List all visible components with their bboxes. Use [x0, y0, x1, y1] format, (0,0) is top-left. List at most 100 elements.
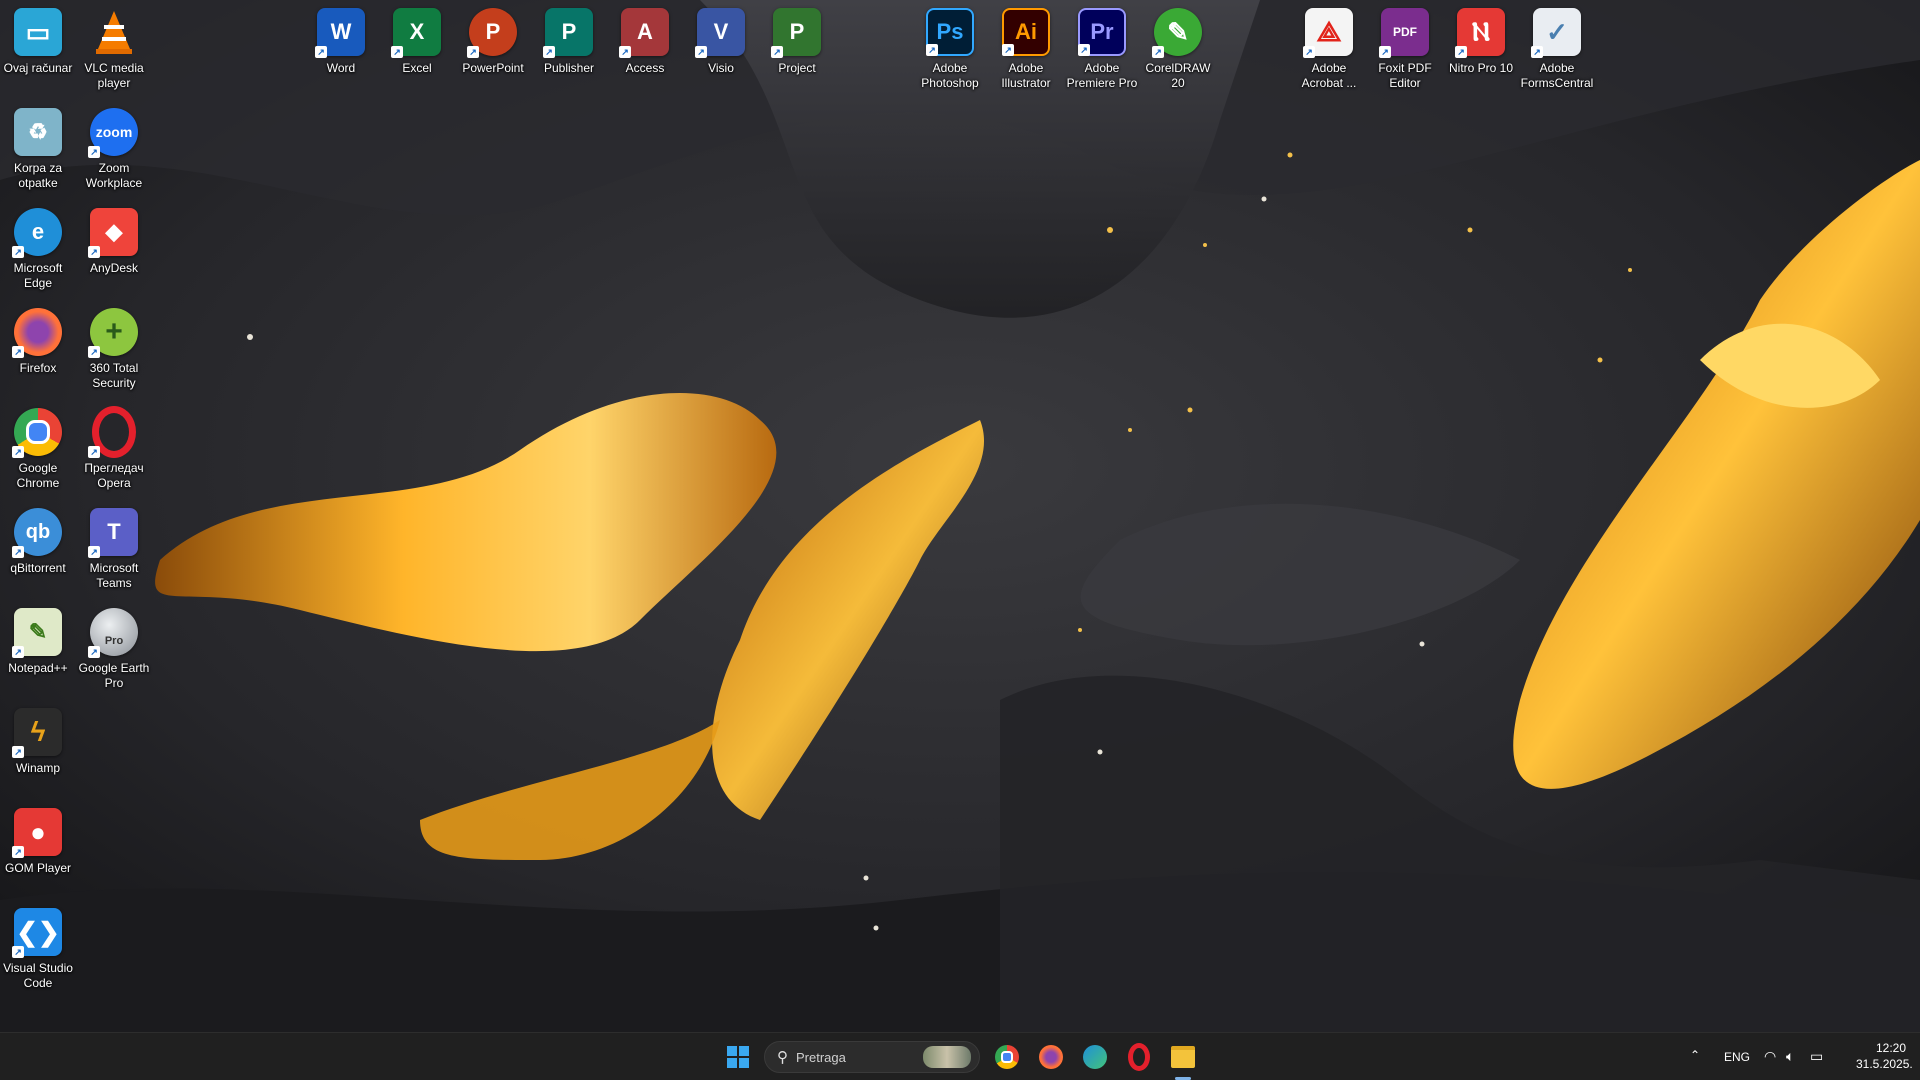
notepadpp-icon: ✎ ↗: [12, 608, 62, 658]
recycle-bin-icon: ♻: [14, 108, 62, 156]
desktop-icon-premiere[interactable]: Pr ↗ Adobe Premiere Pro: [1064, 8, 1140, 91]
search-placeholder: Pretraga: [796, 1049, 846, 1065]
desktop-icon-label: Visual Studio Code: [3, 961, 73, 990]
teams-icon: T ↗: [88, 508, 138, 558]
desktop-icon-winamp[interactable]: ϟ ↗ Winamp: [0, 708, 76, 776]
clock-date[interactable]: 31.5.2025.: [1856, 1057, 1913, 1071]
desktop-icon-acrobat[interactable]: ⟁ ↗ Adobe Acrobat ...: [1291, 8, 1367, 91]
desktop-icon-gom-player[interactable]: ● ↗ GOM Player: [0, 808, 76, 876]
google-earth-icon: Pro ↗: [88, 608, 138, 658]
search-icon: ⚲: [777, 1049, 788, 1066]
excel-icon: X ↗: [391, 8, 441, 58]
desktop-icon-visio[interactable]: V ↗ Visio: [683, 8, 759, 76]
desktop-icon-vlc[interactable]: VLC media player: [76, 8, 152, 91]
desktop-icon-label: qBittorrent: [10, 561, 66, 575]
firefox-taskbar[interactable]: [1033, 1039, 1069, 1075]
desktop-icon-powerpoint[interactable]: P ↗ PowerPoint: [455, 8, 531, 76]
taskbar-search-box[interactable]: ⚲ Pretraga: [764, 1041, 980, 1073]
foxit-icon: PDF ↗: [1379, 8, 1429, 58]
desktop-icon-label: VLC media player: [84, 61, 144, 90]
desktop-icon-label: Winamp: [15, 761, 60, 775]
desktop-icon-label: Microsoft Teams: [89, 561, 139, 590]
desktop-icon-excel[interactable]: X ↗ Excel: [379, 8, 455, 76]
publisher-icon: P ↗: [543, 8, 593, 58]
desktop-icon-anydesk[interactable]: ◆ ↗ AnyDesk: [76, 208, 152, 276]
search-highlight-image: [923, 1046, 971, 1068]
desktop-icon-label: Visio: [708, 61, 734, 75]
desktop-icon-label: Korpa za otpatke: [13, 161, 63, 190]
desktop-icon-label: Access: [625, 61, 665, 75]
desktop-icon-chrome[interactable]: ↗ Google Chrome: [0, 408, 76, 491]
desktop-icon-illustrator[interactable]: Ai ↗ Adobe Illustrator: [988, 8, 1064, 91]
firefox-icon: [1039, 1045, 1063, 1069]
desktop-icon-360-security[interactable]: + ↗ 360 Total Security: [76, 308, 152, 391]
desktop-icon-label: Adobe Photoshop: [921, 61, 979, 90]
desktop-icon-label: Adobe FormsCentral: [1520, 61, 1594, 90]
gom-player-icon: ● ↗: [12, 808, 62, 858]
start-button[interactable]: [720, 1039, 756, 1075]
chrome-taskbar[interactable]: [989, 1039, 1025, 1075]
edge-taskbar[interactable]: [1077, 1039, 1113, 1075]
desktop-icon-firefox[interactable]: ↗ Firefox: [0, 308, 76, 376]
desktop-icon-access[interactable]: A ↗ Access: [607, 8, 683, 76]
opera-icon: ↗: [88, 406, 138, 458]
powerpoint-icon: P ↗: [467, 8, 517, 58]
file-explorer-taskbar[interactable]: [1165, 1039, 1201, 1075]
zoom-icon: zoom ↗: [88, 108, 138, 158]
desktop-icon-formscentral[interactable]: ✓ ↗ Adobe FormsCentral: [1519, 8, 1595, 91]
chrome-icon: [995, 1045, 1019, 1069]
desktop-icon-edge[interactable]: e ↗ Microsoft Edge: [0, 208, 76, 291]
desktop-icon-project[interactable]: P ↗ Project: [759, 8, 835, 76]
premiere-icon: Pr ↗: [1078, 8, 1126, 56]
desktop-icon-label: GOM Player: [4, 861, 71, 875]
desktop-icon-label: CorelDRAW 20: [1145, 61, 1211, 90]
volume-icon[interactable]: 🔈︎: [1786, 1048, 1794, 1065]
opera-taskbar[interactable]: [1121, 1039, 1157, 1075]
language-indicator[interactable]: ENG: [1724, 1050, 1750, 1064]
opera-icon: [1128, 1043, 1150, 1071]
folder-icon: [1171, 1046, 1195, 1068]
wifi-icon[interactable]: ◠: [1764, 1048, 1776, 1065]
desktop-icon-opera[interactable]: ↗ Прегледач Opera: [76, 406, 152, 491]
desktop-icon-teams[interactable]: T ↗ Microsoft Teams: [76, 508, 152, 591]
desktop-icon-label: Publisher: [543, 61, 595, 75]
desktop-icon-label: Google Earth Pro: [78, 661, 150, 690]
desktop-icon-foxit[interactable]: PDF ↗ Foxit PDF Editor: [1367, 8, 1443, 91]
desktop-icon-vscode[interactable]: ❮❯ ↗ Visual Studio Code: [0, 908, 76, 991]
desktop-icon-coreldraw[interactable]: ✎ ↗ CorelDRAW 20: [1140, 8, 1216, 91]
chevron-up-icon[interactable]: ⌃: [1690, 1048, 1700, 1062]
desktop-icon-publisher[interactable]: P ↗ Publisher: [531, 8, 607, 76]
desktop-icon-label: Adobe Illustrator: [1001, 61, 1051, 90]
desktop-icon-label: Notepad++: [8, 661, 68, 675]
nitro-icon: Ⲛ ↗: [1455, 8, 1505, 58]
taskbar: ⚲ Pretraga ⌃ ENG ◠ 🔈︎ ▭ 12:20 31.5.2025.: [0, 1032, 1920, 1080]
desktop-icon-label: AnyDesk: [89, 261, 139, 275]
project-icon: P ↗: [771, 8, 821, 58]
formscentral-icon: ✓ ↗: [1531, 8, 1581, 58]
desktop-icon-label: 360 Total Security: [89, 361, 139, 390]
desktop-icon-label: PowerPoint: [462, 61, 524, 75]
desktop-icon-zoom[interactable]: zoom ↗ Zoom Workplace: [76, 108, 152, 191]
desktop-icon-label: Firefox: [19, 361, 57, 375]
desktop-wallpaper: [0, 0, 1920, 1032]
desktop-icon-label: Excel: [402, 61, 432, 75]
desktop-icon-nitro[interactable]: Ⲛ ↗ Nitro Pro 10: [1443, 8, 1519, 76]
acrobat-icon: ⟁ ↗: [1303, 8, 1353, 58]
desktop-icon-this-pc[interactable]: ▭ Ovaj računar: [0, 8, 76, 76]
chrome-icon: ↗: [12, 408, 62, 458]
illustrator-icon: Ai ↗: [1002, 8, 1050, 56]
desktop-icon-recycle-bin[interactable]: ♻ Korpa za otpatke: [0, 108, 76, 191]
desktop-icon-photoshop[interactable]: Ps ↗ Adobe Photoshop: [912, 8, 988, 91]
desktop-icon-qbittorrent[interactable]: qb ↗ qBittorrent: [0, 508, 76, 576]
desktop-icon-word[interactable]: W ↗ Word: [303, 8, 379, 76]
desktop-icon-label: Word: [326, 61, 356, 75]
desktop-icon-label: Adobe Acrobat ...: [1301, 61, 1357, 90]
clock-time[interactable]: 12:20: [1876, 1041, 1906, 1055]
monitor-icon: ▭: [14, 8, 62, 56]
360-security-icon: + ↗: [88, 308, 138, 358]
windows-logo-icon: [727, 1046, 749, 1068]
desktop-icon-notepadpp[interactable]: ✎ ↗ Notepad++: [0, 608, 76, 676]
desktop-icon-google-earth[interactable]: Pro ↗ Google Earth Pro: [76, 608, 152, 691]
winamp-icon: ϟ ↗: [12, 708, 62, 758]
battery-icon[interactable]: ▭: [1810, 1048, 1823, 1065]
